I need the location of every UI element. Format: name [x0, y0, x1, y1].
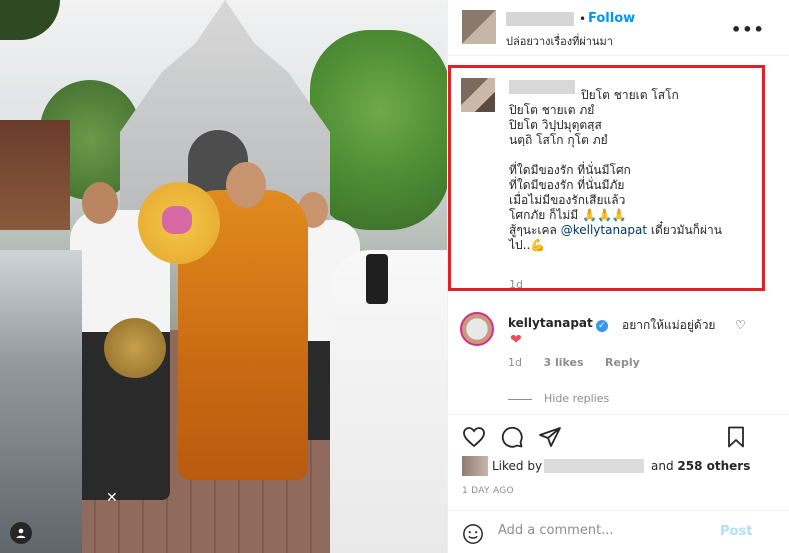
post-location[interactable]: ปล่อยวางเรื่องที่ผ่านมา — [506, 32, 613, 50]
reply-time[interactable]: 1d — [508, 356, 522, 369]
likes-count-link[interactable]: 258 others — [677, 459, 750, 473]
reply-username-text[interactable]: kellytanapat — [508, 316, 593, 330]
likes-others: and 258 others — [651, 459, 750, 473]
photo-monk-head — [226, 162, 266, 208]
mention-link[interactable]: @kellytanapat — [561, 223, 647, 237]
reply-username[interactable]: kellytanapat ✓ — [508, 316, 608, 332]
comment-line: โศกภัย ก็ไม่มี 🙏🙏🙏 — [509, 208, 627, 222]
verified-badge-icon: ✓ — [595, 320, 608, 332]
author-avatar[interactable] — [462, 10, 496, 44]
likes-and: and — [651, 459, 674, 473]
hide-replies-line — [508, 398, 532, 400]
share-paper-plane-icon[interactable] — [538, 425, 562, 449]
like-heart-icon[interactable] — [462, 425, 486, 449]
likes-summary: Liked by and 258 others — [462, 456, 782, 476]
photo-man-right — [330, 250, 447, 553]
comment-line-prefix: สู้ๆนะเคล — [509, 223, 561, 237]
post-date[interactable]: 1 DAY AGO — [462, 486, 514, 496]
liked-by-label: Liked by — [492, 459, 543, 473]
author-name-blurred[interactable] — [506, 12, 574, 26]
comment-line: เมื่อไม่มีของรักเสียแล้ว — [509, 193, 626, 207]
comment-line — [509, 148, 759, 163]
comment-text: ปิยโต ชายเต โสโก ปิยโต ชายเต ภยํ ปิยโต ว… — [509, 88, 759, 253]
hide-replies-label[interactable]: Hide replies — [544, 392, 609, 405]
like-comment-heart-icon[interactable]: ♡ — [735, 318, 746, 332]
post-actions — [448, 414, 789, 458]
comment-line: ที่ใดมีของรัก ที่นั่นมีภัย — [509, 178, 625, 192]
photo-house — [0, 120, 70, 230]
reply-comment: kellytanapat ✓ อยากให้แม่อยู่ด้วย ❤ ♡ 1d … — [460, 308, 780, 369]
sparkle-icon: ✕ — [106, 490, 118, 506]
comment-line: ไป..💪 — [509, 238, 546, 252]
reply-meta: 1d 3 likes Reply — [508, 356, 658, 369]
post-photo[interactable]: ✕ — [0, 0, 447, 553]
follow-button[interactable]: Follow — [588, 11, 635, 26]
photo-man-left-head — [82, 182, 118, 224]
red-heart-emoji-icon: ❤ — [510, 332, 522, 348]
comment-line-tail: เดี๋ยวมันก็ผ่าน — [647, 223, 722, 237]
comment-line: ที่ใดมีของรัก ที่นั่นมีโศก — [509, 163, 631, 177]
reply-likes[interactable]: 3 likes — [543, 356, 583, 369]
more-options-icon[interactable]: ••• — [731, 20, 765, 39]
photo-fan-flower — [162, 206, 192, 234]
comment-line: นตฺถิ โสโก กุโต ภยํ — [509, 133, 608, 147]
photo-phone — [366, 254, 388, 304]
photo-tree-right — [310, 30, 447, 230]
post-side-panel: • Follow ปล่อยวางเรื่องที่ผ่านมา ••• ปิย… — [447, 0, 789, 553]
comment-line: ปิยโต ชายเต โสโก — [581, 88, 679, 102]
liker-avatar[interactable] — [462, 456, 488, 476]
hide-replies-button[interactable]: Hide replies — [508, 392, 609, 405]
add-comment-bar: Add a comment... Post — [448, 510, 789, 553]
comment-time[interactable]: 1d — [509, 278, 523, 291]
reply-avatar[interactable] — [460, 312, 494, 346]
save-bookmark-icon[interactable] — [724, 425, 748, 449]
emoji-smiley-icon[interactable] — [462, 523, 484, 545]
reply-text: อยากให้แม่อยู่ด้วย — [622, 318, 716, 332]
reply-button[interactable]: Reply — [605, 356, 640, 369]
commenter-avatar[interactable] — [461, 78, 495, 112]
post-button[interactable]: Post — [720, 524, 752, 539]
post-header: • Follow ปล่อยวางเรื่องที่ผ่านมา ••• — [448, 0, 789, 56]
comment-bubble-icon[interactable] — [500, 425, 524, 449]
comment-line-mention: สู้ๆนะเคล @kellytanapat เดี๋ยวมันก็ผ่าน — [509, 223, 759, 238]
tagged-user-icon[interactable] — [10, 522, 32, 544]
liker-name-blurred[interactable] — [544, 459, 644, 473]
comment-line: ปิยโต ชายเต ภยํ — [509, 103, 595, 117]
photo-mailbox — [0, 250, 82, 553]
photo-drum — [104, 318, 166, 378]
comment-input[interactable]: Add a comment... — [498, 523, 614, 538]
instagram-post: ✕ • Follow ปล่อยวางเรื่องที่ผ่านมา ••• ป… — [0, 0, 789, 553]
separator-dot: • — [579, 12, 587, 26]
comment-line: ปิยโต วิปฺปมุตฺตสฺส — [509, 118, 602, 132]
highlighted-comment: ปิยโต ชายเต โสโก ปิยโต ชายเต ภยํ ปิยโต ว… — [448, 65, 765, 291]
